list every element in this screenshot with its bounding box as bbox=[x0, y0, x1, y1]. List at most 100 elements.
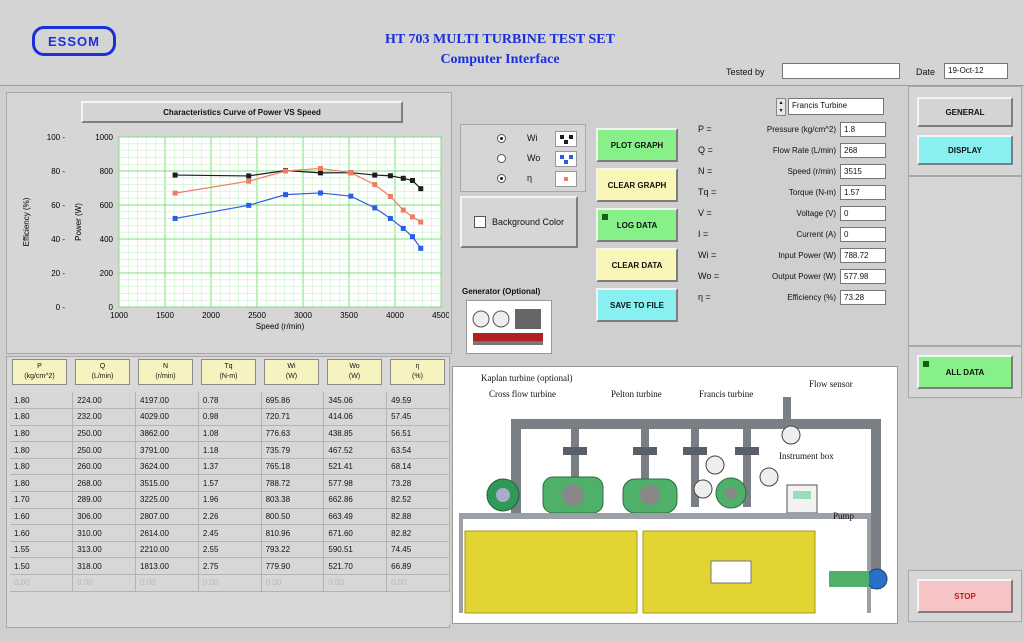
data-point bbox=[400, 225, 406, 231]
header-bar: ESSOM HT 703 MULTI TURBINE TEST SET Comp… bbox=[0, 0, 1024, 86]
table-row: 0.00 0.00 0.00 0.00 0.00 0.00 0.00 bbox=[10, 574, 450, 592]
label-crossflow-turbine: Cross flow turbine bbox=[489, 389, 556, 399]
table-cell: 3862.00 bbox=[135, 425, 199, 443]
param-label: Torque (N-m) bbox=[788, 188, 836, 197]
turbine-select-stepper[interactable]: ▴ ▾ bbox=[776, 98, 786, 116]
table-cell: 1.80 bbox=[10, 408, 74, 426]
clear-data-button[interactable]: CLEAR DATA bbox=[596, 248, 678, 282]
table-row: 1.60 306.00 2807.00 2.26 800.50 663.49 82.88 bbox=[10, 508, 450, 526]
diagram-drawing bbox=[459, 397, 888, 614]
legend-row-eta[interactable]: η bbox=[497, 171, 581, 187]
table-cell: 2614.00 bbox=[135, 524, 199, 542]
y-tick-label: 1000 bbox=[95, 133, 113, 142]
turbine-select[interactable]: Francis Turbine bbox=[788, 98, 884, 115]
table-cell: 0.00 bbox=[10, 574, 74, 592]
legend-radio-eta[interactable] bbox=[497, 174, 506, 183]
data-point bbox=[409, 178, 415, 184]
data-point bbox=[246, 178, 252, 184]
param-value: 3515 bbox=[840, 164, 886, 179]
param-value: 788.72 bbox=[840, 248, 886, 263]
data-point bbox=[348, 170, 354, 176]
legend-swatch-wi bbox=[555, 131, 577, 147]
stop-button[interactable]: STOP bbox=[917, 579, 1013, 613]
table-cell: 306.00 bbox=[72, 508, 137, 526]
table-cell: 1813.00 bbox=[135, 557, 199, 576]
log-data-button[interactable]: LOG DATA bbox=[596, 208, 678, 242]
all-data-button[interactable]: ALL DATA bbox=[917, 355, 1013, 389]
nav-side-panel bbox=[908, 176, 1022, 346]
plot-graph-button[interactable]: PLOT GRAPH bbox=[596, 128, 678, 162]
y-axis-label: Power (W) bbox=[74, 203, 83, 241]
log-data-led bbox=[602, 214, 608, 220]
legend-row-wo[interactable]: Wo bbox=[497, 151, 581, 167]
background-color-checkbox[interactable] bbox=[474, 216, 486, 228]
table-header-unit: (kg/cm^2) bbox=[24, 373, 55, 380]
table-header-cell: P (kg/cm^2) bbox=[12, 359, 67, 385]
table-cell: 0.00 bbox=[135, 574, 199, 592]
table-cell: 0.00 bbox=[386, 574, 450, 592]
table-header-cell: Tq (N-m) bbox=[201, 359, 256, 385]
table-cell: 57.45 bbox=[386, 408, 450, 426]
power-speed-chart: 1000 1500 2000 2500 3000 3500 4000 4500 0 200 400 6… bbox=[22, 133, 449, 331]
param-label: Input Power (W) bbox=[778, 251, 836, 260]
table-header-unit: (%) bbox=[412, 373, 423, 380]
table-cell: 2.55 bbox=[198, 541, 262, 559]
table-cell: 810.96 bbox=[261, 524, 325, 542]
legend-row-wi[interactable]: Wi bbox=[497, 131, 581, 147]
table-cell: 1.80 bbox=[10, 474, 74, 493]
background-color-panel[interactable]: Background Color bbox=[460, 196, 578, 248]
tested-by-input[interactable] bbox=[782, 63, 900, 79]
graph-title-button: Characteristics Curve of Power VS Speed bbox=[81, 101, 403, 123]
table-row: 1.80 268.00 3515.00 1.57 788.72 577.98 73.28 bbox=[10, 474, 450, 493]
param-label: Efficiency (%) bbox=[787, 293, 836, 302]
table-row: 1.80 250.00 3862.00 1.08 776.63 438.85 56.51 bbox=[10, 425, 450, 443]
param-value: 1.57 bbox=[840, 185, 886, 200]
table-cell: 2210.00 bbox=[135, 541, 199, 559]
table-cell: 793.22 bbox=[261, 541, 325, 559]
y-tick-label: 200 bbox=[100, 269, 114, 278]
table-cell: 663.49 bbox=[323, 508, 388, 526]
graph-panel: Characteristics Curve of Power VS Speed … bbox=[6, 92, 452, 354]
data-point bbox=[418, 219, 424, 225]
table-cell: 590.51 bbox=[323, 541, 388, 559]
table-cell: 1.37 bbox=[198, 458, 262, 476]
table-cell: 310.00 bbox=[72, 524, 137, 542]
table-cell: 0.00 bbox=[198, 574, 262, 592]
table-cell: 318.00 bbox=[72, 557, 137, 576]
table-cell: 82.88 bbox=[386, 508, 450, 526]
y-tick-label: 600 bbox=[100, 201, 114, 210]
legend-panel: Wi Wo η bbox=[460, 124, 586, 192]
param-value: 0 bbox=[840, 227, 886, 242]
table-cell: 56.51 bbox=[386, 425, 450, 443]
clear-graph-button[interactable]: CLEAR GRAPH bbox=[596, 168, 678, 202]
param-label: Flow Rate (L/min) bbox=[772, 146, 836, 155]
table-header-cell: Wi (W) bbox=[264, 359, 319, 385]
param-value: 1.8 bbox=[840, 122, 886, 137]
table-cell: 289.00 bbox=[72, 491, 137, 509]
table-cell: 521.70 bbox=[323, 557, 388, 576]
table-cell: 74.45 bbox=[386, 541, 450, 559]
table-cell: 788.72 bbox=[261, 474, 325, 493]
table-cell: 224.00 bbox=[72, 392, 137, 410]
display-button[interactable]: DISPLAY bbox=[917, 135, 1013, 165]
data-point bbox=[409, 214, 415, 220]
legend-radio-wi[interactable] bbox=[497, 134, 506, 143]
table-cell: 0.98 bbox=[198, 408, 262, 426]
param-label: Voltage (V) bbox=[796, 209, 836, 218]
data-point bbox=[348, 193, 354, 199]
save-to-file-button[interactable]: SAVE TO FILE bbox=[596, 288, 678, 322]
legend-swatch-wo bbox=[555, 151, 577, 167]
table-cell: 4197.00 bbox=[135, 392, 199, 410]
table-cell: 1.80 bbox=[10, 441, 74, 459]
table-cell: 2.45 bbox=[198, 524, 262, 542]
table-header-cell: η (%) bbox=[390, 359, 445, 385]
data-point bbox=[387, 173, 393, 179]
table-header-cell: Q (L/min) bbox=[75, 359, 130, 385]
general-button[interactable]: GENERAL bbox=[917, 97, 1013, 127]
legend-radio-wo[interactable] bbox=[497, 154, 506, 163]
table-header-symbol: N bbox=[162, 363, 169, 370]
label-kaplan-turbine: Kaplan turbine (optional) bbox=[481, 373, 573, 383]
table-cell: 82.52 bbox=[386, 491, 450, 509]
data-point bbox=[387, 215, 393, 221]
table-cell: 577.98 bbox=[323, 474, 388, 493]
